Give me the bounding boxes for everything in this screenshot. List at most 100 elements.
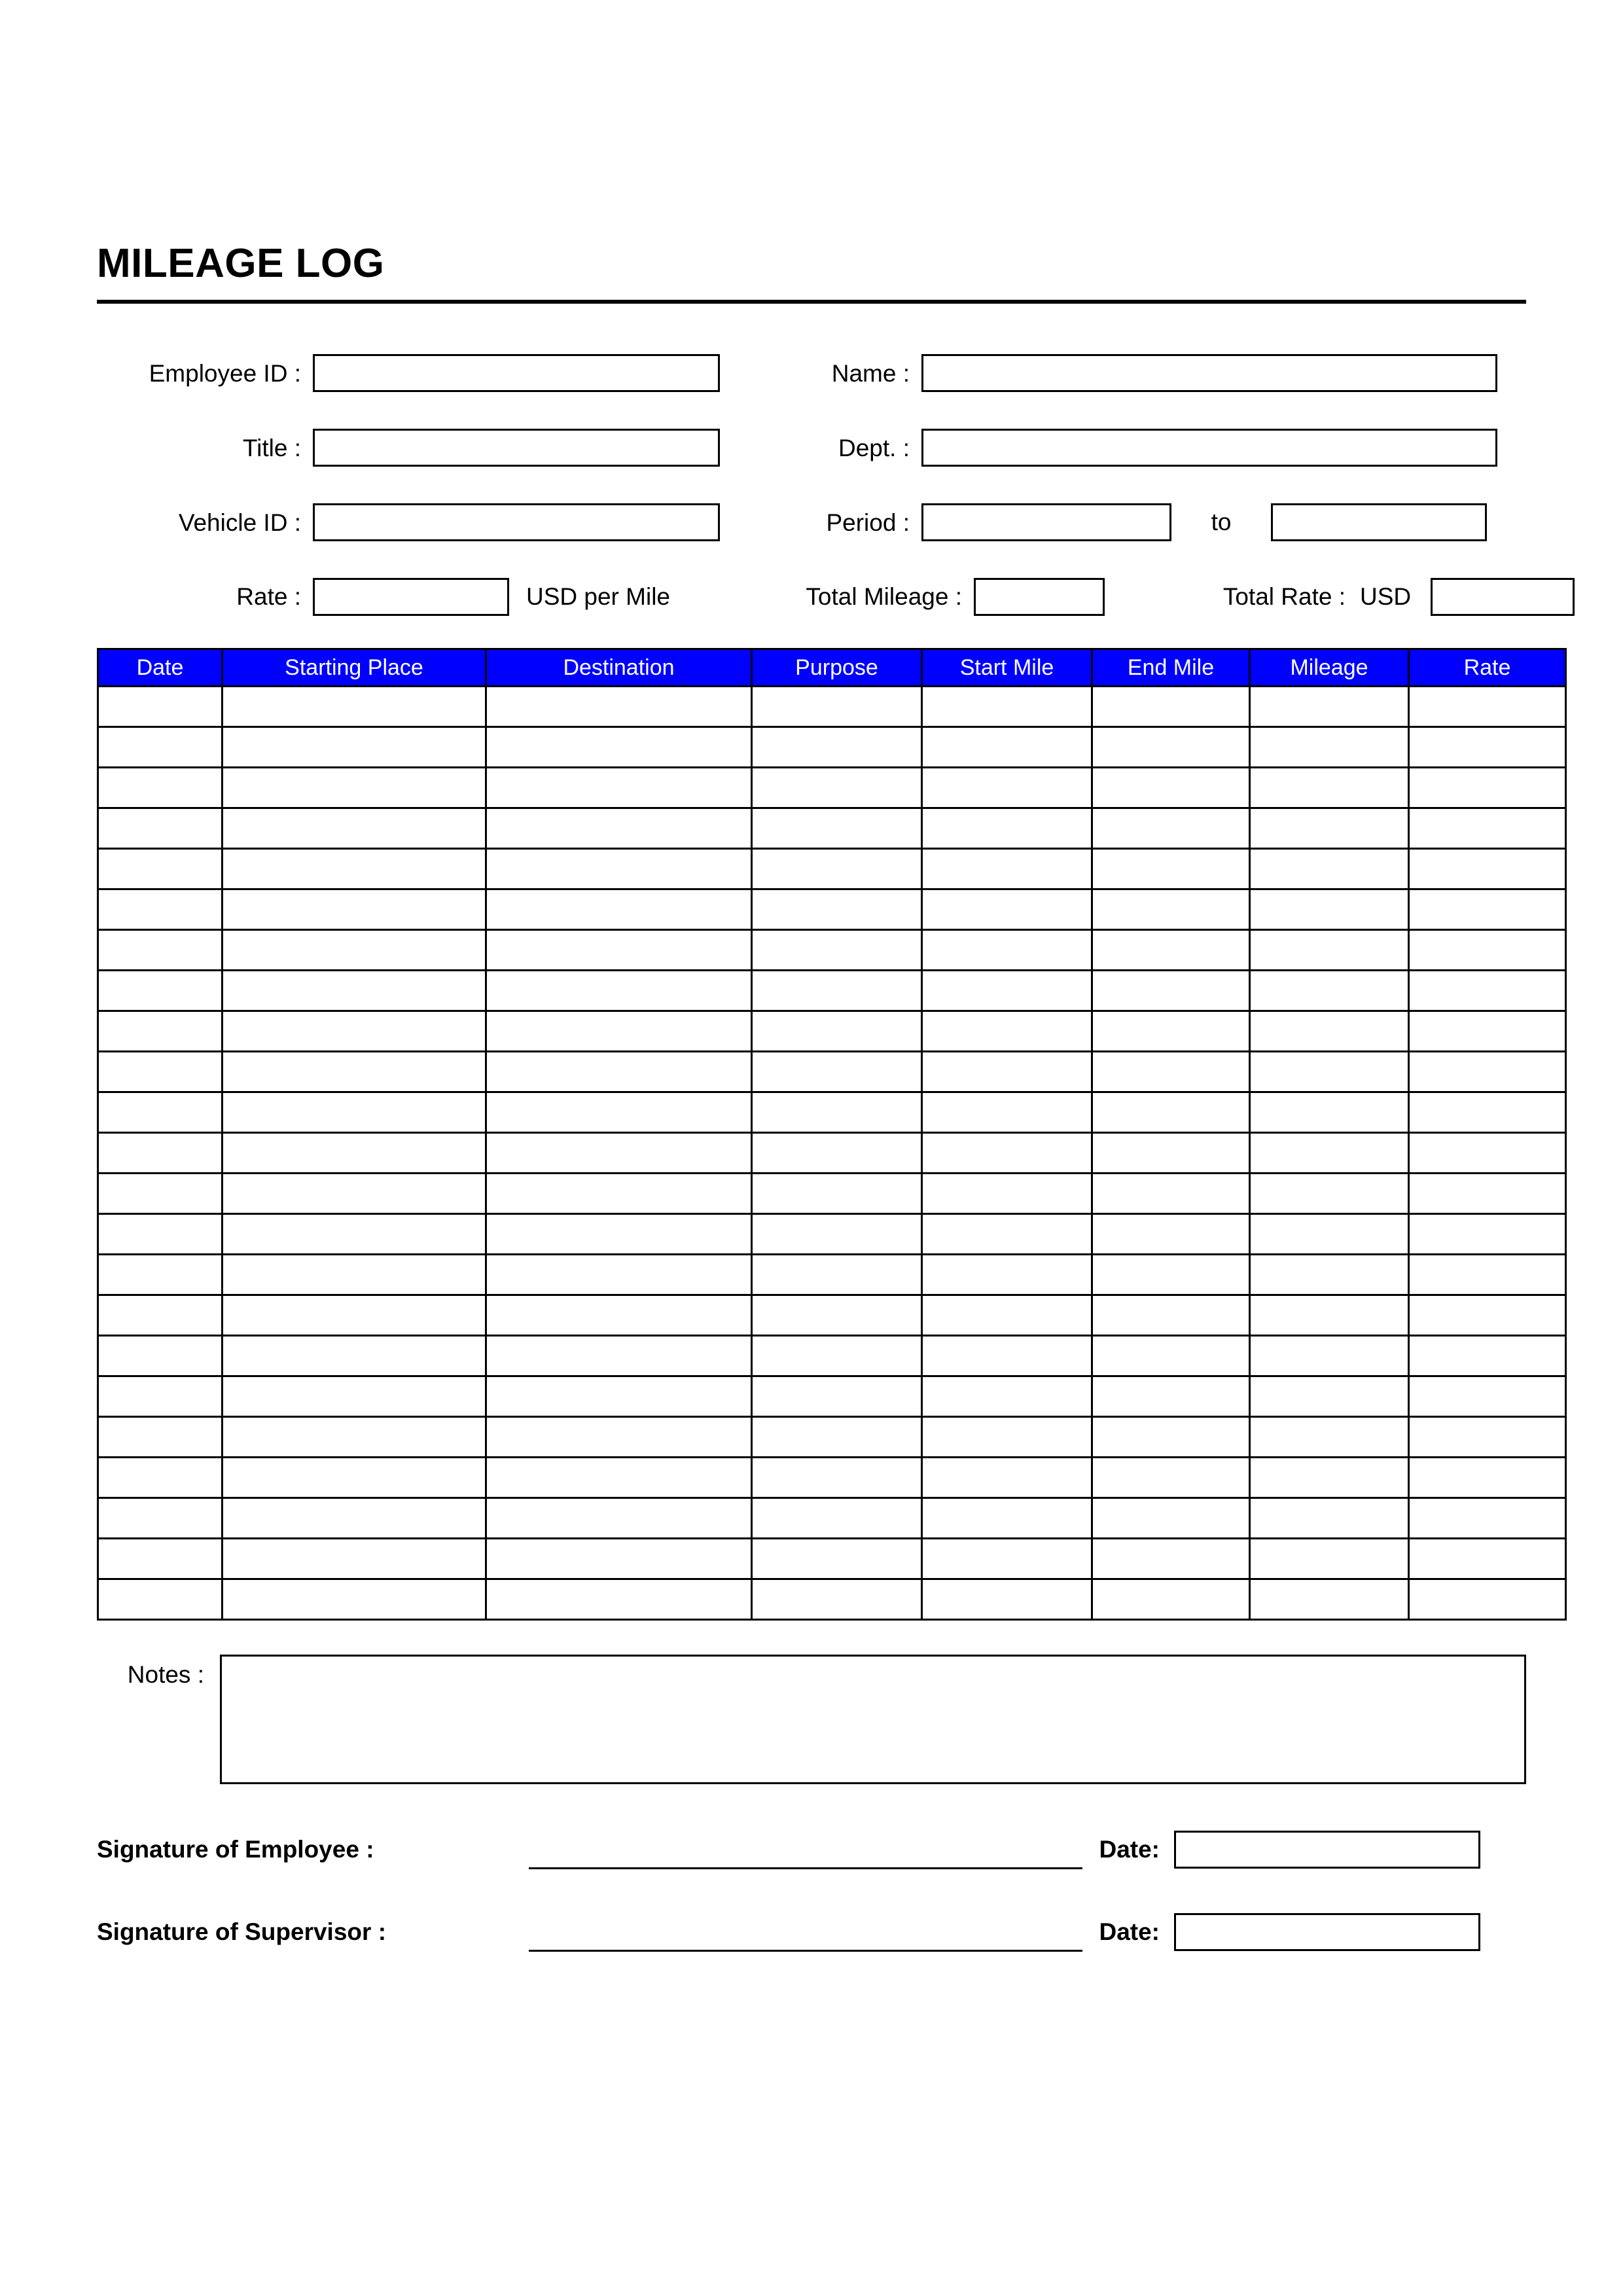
- cell-destination[interactable]: [485, 1010, 753, 1052]
- cell-mileage[interactable]: [1249, 1416, 1410, 1458]
- cell-destination[interactable]: [485, 888, 753, 931]
- cell-mileage[interactable]: [1249, 1050, 1410, 1093]
- cell-end-mile[interactable]: [1091, 1375, 1251, 1418]
- cell-destination[interactable]: [485, 685, 753, 728]
- cell-start-mile[interactable]: [921, 1578, 1093, 1621]
- cell-start-mile[interactable]: [921, 1091, 1093, 1134]
- cell-mileage[interactable]: [1249, 807, 1410, 850]
- cell-destination[interactable]: [485, 969, 753, 1012]
- cell-purpose[interactable]: [751, 929, 923, 971]
- cell-end-mile[interactable]: [1091, 848, 1251, 890]
- cell-mileage[interactable]: [1249, 726, 1410, 768]
- cell-date[interactable]: [97, 807, 223, 850]
- cell-date[interactable]: [97, 969, 223, 1012]
- vehicle-id-field[interactable]: [313, 503, 720, 541]
- cell-start-mile[interactable]: [921, 969, 1093, 1012]
- cell-mileage[interactable]: [1249, 929, 1410, 971]
- cell-destination[interactable]: [485, 1253, 753, 1296]
- cell-starting-place[interactable]: [221, 1213, 487, 1255]
- notes-field[interactable]: [220, 1655, 1526, 1784]
- cell-mileage[interactable]: [1249, 1537, 1410, 1580]
- cell-destination[interactable]: [485, 1050, 753, 1093]
- cell-starting-place[interactable]: [221, 766, 487, 809]
- cell-starting-place[interactable]: [221, 1456, 487, 1499]
- cell-starting-place[interactable]: [221, 1416, 487, 1458]
- cell-start-mile[interactable]: [921, 726, 1093, 768]
- cell-rate[interactable]: [1408, 848, 1567, 890]
- cell-start-mile[interactable]: [921, 685, 1093, 728]
- cell-start-mile[interactable]: [921, 1497, 1093, 1539]
- cell-end-mile[interactable]: [1091, 685, 1251, 728]
- cell-start-mile[interactable]: [921, 1416, 1093, 1458]
- cell-starting-place[interactable]: [221, 726, 487, 768]
- cell-destination[interactable]: [485, 1213, 753, 1255]
- cell-rate[interactable]: [1408, 1416, 1567, 1458]
- cell-starting-place[interactable]: [221, 1010, 487, 1052]
- cell-end-mile[interactable]: [1091, 1050, 1251, 1093]
- cell-date[interactable]: [97, 1335, 223, 1377]
- cell-rate[interactable]: [1408, 1375, 1567, 1418]
- cell-end-mile[interactable]: [1091, 1253, 1251, 1296]
- cell-purpose[interactable]: [751, 1335, 923, 1377]
- cell-end-mile[interactable]: [1091, 1537, 1251, 1580]
- cell-purpose[interactable]: [751, 807, 923, 850]
- cell-date[interactable]: [97, 1050, 223, 1093]
- cell-destination[interactable]: [485, 848, 753, 890]
- cell-destination[interactable]: [485, 1091, 753, 1134]
- cell-purpose[interactable]: [751, 1456, 923, 1499]
- cell-rate[interactable]: [1408, 1335, 1567, 1377]
- cell-starting-place[interactable]: [221, 1172, 487, 1215]
- cell-purpose[interactable]: [751, 1416, 923, 1458]
- cell-mileage[interactable]: [1249, 1253, 1410, 1296]
- employee-signature-line[interactable]: [529, 1867, 1082, 1869]
- cell-destination[interactable]: [485, 766, 753, 809]
- cell-start-mile[interactable]: [921, 888, 1093, 931]
- cell-destination[interactable]: [485, 929, 753, 971]
- cell-starting-place[interactable]: [221, 1132, 487, 1174]
- cell-rate[interactable]: [1408, 1172, 1567, 1215]
- cell-rate[interactable]: [1408, 1213, 1567, 1255]
- cell-date[interactable]: [97, 1456, 223, 1499]
- cell-purpose[interactable]: [751, 1132, 923, 1174]
- cell-date[interactable]: [97, 1253, 223, 1296]
- cell-rate[interactable]: [1408, 969, 1567, 1012]
- cell-starting-place[interactable]: [221, 1537, 487, 1580]
- cell-mileage[interactable]: [1249, 1010, 1410, 1052]
- cell-start-mile[interactable]: [921, 1172, 1093, 1215]
- cell-end-mile[interactable]: [1091, 766, 1251, 809]
- cell-rate[interactable]: [1408, 888, 1567, 931]
- cell-destination[interactable]: [485, 807, 753, 850]
- cell-mileage[interactable]: [1249, 1091, 1410, 1134]
- supervisor-date-field[interactable]: [1174, 1913, 1480, 1951]
- cell-rate[interactable]: [1408, 766, 1567, 809]
- cell-rate[interactable]: [1408, 726, 1567, 768]
- cell-purpose[interactable]: [751, 1375, 923, 1418]
- cell-destination[interactable]: [485, 726, 753, 768]
- cell-starting-place[interactable]: [221, 969, 487, 1012]
- cell-destination[interactable]: [485, 1335, 753, 1377]
- cell-rate[interactable]: [1408, 1091, 1567, 1134]
- cell-end-mile[interactable]: [1091, 1456, 1251, 1499]
- cell-purpose[interactable]: [751, 1050, 923, 1093]
- cell-date[interactable]: [97, 1213, 223, 1255]
- cell-starting-place[interactable]: [221, 807, 487, 850]
- cell-destination[interactable]: [485, 1578, 753, 1621]
- cell-start-mile[interactable]: [921, 1010, 1093, 1052]
- cell-date[interactable]: [97, 888, 223, 931]
- cell-date[interactable]: [97, 685, 223, 728]
- total-mileage-field[interactable]: [974, 578, 1105, 616]
- cell-mileage[interactable]: [1249, 1172, 1410, 1215]
- cell-start-mile[interactable]: [921, 1253, 1093, 1296]
- cell-start-mile[interactable]: [921, 1294, 1093, 1336]
- cell-destination[interactable]: [485, 1172, 753, 1215]
- cell-date[interactable]: [97, 929, 223, 971]
- cell-rate[interactable]: [1408, 929, 1567, 971]
- cell-starting-place[interactable]: [221, 685, 487, 728]
- cell-end-mile[interactable]: [1091, 1416, 1251, 1458]
- cell-purpose[interactable]: [751, 1091, 923, 1134]
- cell-purpose[interactable]: [751, 766, 923, 809]
- cell-starting-place[interactable]: [221, 1253, 487, 1296]
- cell-start-mile[interactable]: [921, 1375, 1093, 1418]
- dept-field[interactable]: [921, 429, 1497, 467]
- cell-end-mile[interactable]: [1091, 1010, 1251, 1052]
